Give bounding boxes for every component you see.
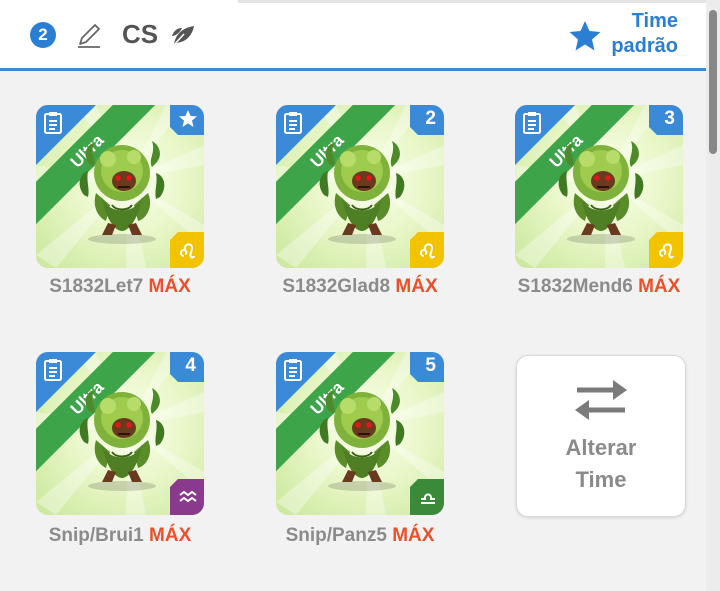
monster-name: S1832Mend6 MÁX <box>479 276 719 298</box>
max-level-tag: MÁX <box>149 525 192 546</box>
slot-number: 4 <box>185 355 196 376</box>
libra-icon <box>410 479 444 515</box>
team-header: 2 CS Time padrão <box>0 0 718 71</box>
swap-icon <box>573 378 629 427</box>
slot-corner: 4 <box>170 352 204 382</box>
monster-card[interactable]: Ultra 2 <box>276 105 444 268</box>
monster-card[interactable]: Ultra 4 <box>36 352 204 515</box>
scroll-thumb[interactable] <box>709 10 717 154</box>
max-level-tag: MÁX <box>392 525 435 546</box>
star-icon <box>179 110 197 127</box>
change-team-line2: Time <box>575 467 627 492</box>
leo-icon <box>410 232 444 268</box>
monster-name-text: S1832Let7 <box>49 276 144 297</box>
monster-card[interactable]: Ultra 5 <box>276 352 444 515</box>
slot-corner: 2 <box>410 105 444 135</box>
slot-corner: 3 <box>649 105 683 135</box>
change-team-button[interactable]: Alterar Time <box>516 355 686 517</box>
clipboard-icon <box>282 111 304 140</box>
monster-name: S1832Glad8 MÁX <box>240 276 480 298</box>
monster-image <box>72 382 172 497</box>
clipboard-icon <box>521 111 543 140</box>
leaf-icon <box>170 22 198 53</box>
clipboard-icon <box>42 111 64 140</box>
pencil-icon[interactable] <box>74 20 104 55</box>
monster-card[interactable]: Ultra 3 <box>515 105 683 268</box>
max-level-tag: MÁX <box>638 276 681 297</box>
monster-name-text: Snip/Brui1 <box>48 525 144 546</box>
change-team-line1: Alterar <box>565 435 637 460</box>
tab-divider <box>238 0 718 3</box>
monster-name-text: S1832Mend6 <box>517 276 633 297</box>
slot-number: 5 <box>425 355 436 376</box>
leo-icon <box>649 232 683 268</box>
slot-number: 2 <box>425 108 436 129</box>
change-team-label: Alterar Time <box>517 432 685 496</box>
team-code: CS <box>122 19 159 49</box>
monster-name-text: S1832Glad8 <box>282 276 391 297</box>
monster-name: S1832Let7 MÁX <box>0 276 240 298</box>
team-name-line1: Time <box>631 10 678 32</box>
monster-image <box>312 135 412 250</box>
slot-corner: 5 <box>410 352 444 382</box>
aquarius-icon <box>170 479 204 515</box>
monster-card[interactable]: Ultra <box>36 105 204 268</box>
slot-number: 3 <box>664 108 675 129</box>
monster-name: Snip/Brui1 MÁX <box>0 525 240 547</box>
team-name[interactable]: Time padrão <box>588 9 678 59</box>
monster-name: Snip/Panz5 MÁX <box>240 525 480 547</box>
team-name-line2: padrão <box>611 35 678 57</box>
slot-corner <box>170 105 204 135</box>
monster-name-text: Snip/Panz5 <box>285 525 387 546</box>
monster-image <box>551 135 651 250</box>
clipboard-icon <box>282 358 304 387</box>
leo-icon <box>170 232 204 268</box>
clipboard-icon <box>42 358 64 387</box>
max-level-tag: MÁX <box>395 276 438 297</box>
monster-image <box>72 135 172 250</box>
max-level-tag: MÁX <box>148 276 191 297</box>
monster-image <box>312 382 412 497</box>
team-number-badge[interactable]: 2 <box>30 22 56 48</box>
